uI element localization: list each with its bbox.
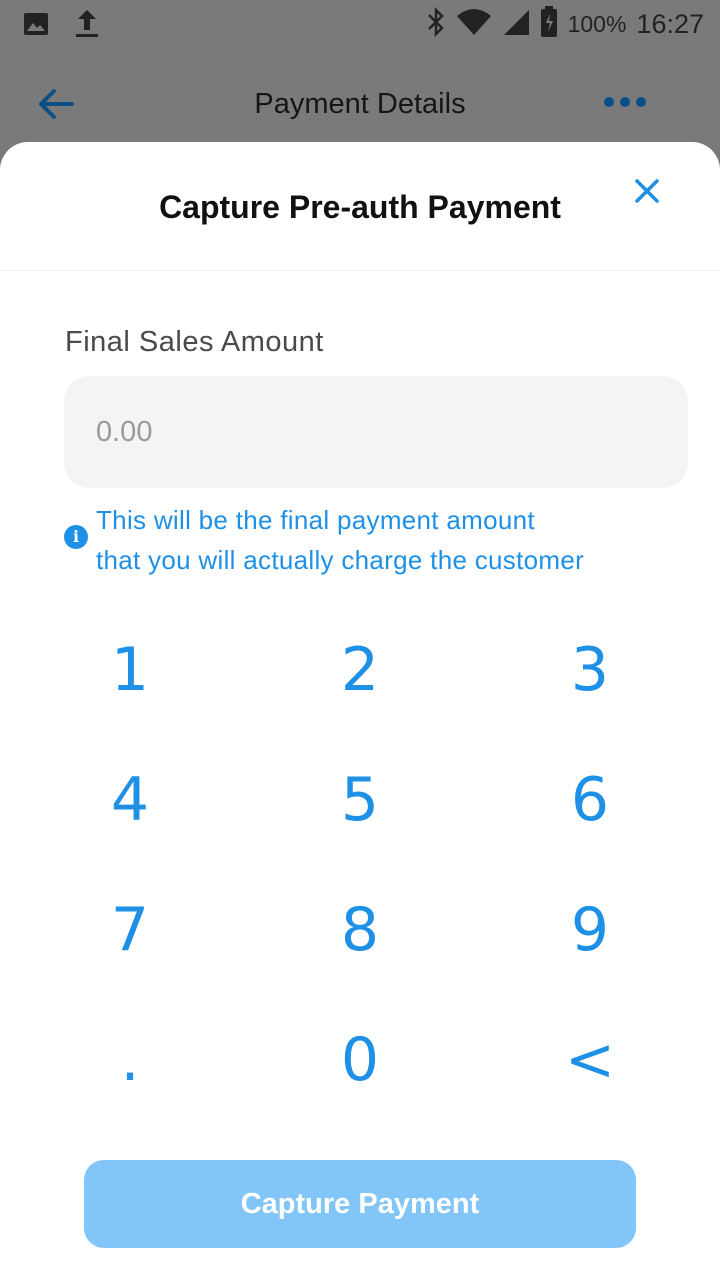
image-icon xyxy=(22,10,50,43)
key-6[interactable]: 6 xyxy=(510,750,670,850)
key-backspace[interactable]: < xyxy=(510,1010,670,1110)
sheet-divider xyxy=(0,270,720,271)
key-4[interactable]: 4 xyxy=(50,750,210,850)
more-dots-icon[interactable] xyxy=(604,97,646,107)
battery-icon xyxy=(540,6,558,43)
key-7[interactable]: 7 xyxy=(50,880,210,980)
info-text-line-2: that you will actually charge the custom… xyxy=(96,545,585,575)
info-text-line-1: This will be the final payment amount xyxy=(96,505,535,535)
wifi-icon xyxy=(456,8,492,41)
bluetooth-icon xyxy=(426,6,446,42)
signal-icon xyxy=(502,8,530,41)
app-header: Payment Details xyxy=(0,50,720,145)
close-button[interactable] xyxy=(628,172,666,210)
key-0[interactable]: 0 xyxy=(280,1010,440,1110)
capture-sheet: Capture Pre-auth Payment Final Sales Amo… xyxy=(0,142,720,1280)
screen: 100% 16:27 Payment Details Capture Pre-a… xyxy=(0,0,720,1280)
status-bar: 100% 16:27 xyxy=(0,0,720,50)
info-text: This will be the final payment amount th… xyxy=(96,500,696,580)
key-9[interactable]: 9 xyxy=(510,880,670,980)
key-decimal[interactable]: . xyxy=(50,1010,210,1110)
upload-icon xyxy=(74,8,100,45)
key-2[interactable]: 2 xyxy=(280,620,440,720)
battery-percent: 100% xyxy=(567,11,627,37)
close-icon xyxy=(635,179,659,203)
capture-payment-button[interactable]: Capture Payment xyxy=(84,1160,636,1248)
key-8[interactable]: 8 xyxy=(280,880,440,980)
final-amount-label: Final Sales Amount xyxy=(65,326,324,358)
clock: 16:27 xyxy=(636,9,704,39)
sheet-title: Capture Pre-auth Payment xyxy=(159,189,561,225)
key-5[interactable]: 5 xyxy=(280,750,440,850)
key-1[interactable]: 1 xyxy=(50,620,210,720)
key-3[interactable]: 3 xyxy=(510,620,670,720)
info-icon: i xyxy=(64,525,88,549)
final-amount-input[interactable] xyxy=(64,376,688,488)
